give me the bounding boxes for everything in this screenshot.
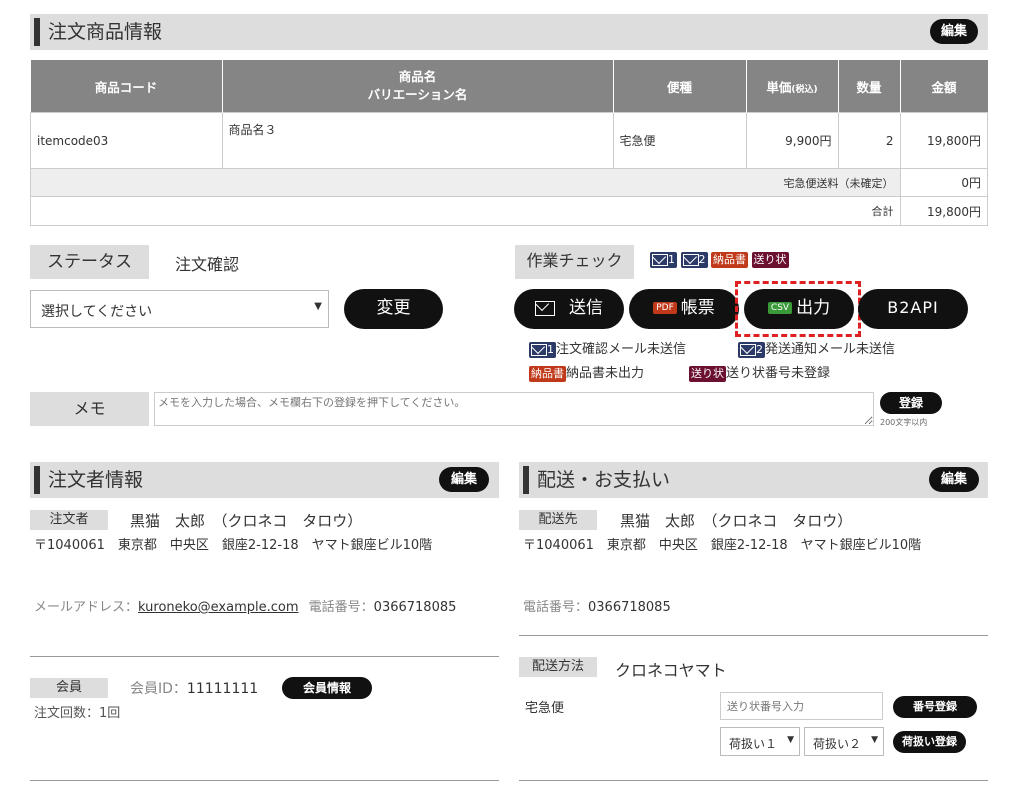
mail1-badge: 1 — [529, 342, 556, 358]
memo-limit: 200文字以内 — [880, 418, 928, 427]
handling2-select[interactable]: 荷扱い２ ▼ — [804, 727, 884, 756]
col-delivery: 便種 — [613, 60, 747, 113]
chevron-down-icon: ▼ — [871, 735, 878, 745]
section-edge — [34, 18, 40, 46]
csv-highlight-frame — [735, 281, 861, 337]
memo-register-button[interactable]: 登録 — [880, 392, 942, 414]
member-id: 会員ID：11111111 — [130, 681, 259, 697]
status-select[interactable]: 選択してください ▼ — [30, 290, 329, 328]
status-mail2: 2 発送通知メール未送信 — [738, 338, 895, 358]
status-label: ステータス — [30, 245, 149, 279]
customer-title: 注文者情報 — [48, 469, 144, 491]
invoice-badge: 納品書 — [529, 366, 566, 382]
b2api-button[interactable]: B2API — [858, 289, 968, 329]
invoice-badge: 納品書 — [711, 252, 748, 268]
row-amount: 19,800円 — [899, 112, 988, 169]
change-button[interactable]: 変更 — [344, 289, 443, 329]
order-items-table: 商品コード 商品名 バリエーション名 便種 単価(税込) 数量 金額 itemco… — [30, 60, 988, 226]
customer-edit-button[interactable]: 編集 — [439, 467, 489, 492]
pdf-icon: PDF — [653, 302, 677, 314]
status-mail1: 1 注文確認メール未送信 — [529, 338, 686, 358]
send-button[interactable]: 送信 — [514, 289, 624, 329]
status-slip: 送り状 送り状番号未登録 — [689, 366, 831, 382]
col-price: 単価(税込) — [746, 60, 839, 113]
destination-tag: 配送先 — [519, 510, 597, 530]
section-edge — [523, 466, 529, 494]
shipping-title: 配送・お支払い — [537, 469, 671, 491]
shipping-method: クロネコヤマト — [615, 661, 727, 680]
status-value: 注文確認 — [175, 255, 240, 274]
memo-label: メモ — [30, 392, 149, 426]
register-number-button[interactable]: 番号登録 — [893, 696, 977, 718]
destination-address: 〒1040061 東京都 中央区 銀座2-12-18 ヤマト銀座ビル10階 — [523, 538, 922, 553]
col-name: 商品名 バリエーション名 — [222, 60, 614, 113]
mail-icon — [531, 344, 547, 356]
memo-input[interactable] — [154, 392, 874, 426]
order-count: 注文回数：1回 — [34, 706, 121, 721]
slip-badge: 送り状 — [751, 252, 789, 268]
status-select-value: 選択してください — [41, 304, 153, 320]
order-items-edit-button[interactable]: 編集 — [930, 19, 978, 44]
mail1-badge: 1 — [650, 252, 677, 268]
orderer-name: 黒猫 太郎 （クロネコ タロウ） — [130, 512, 363, 530]
shipping-header: 配送・お支払い 編集 — [519, 462, 988, 498]
mail-icon — [682, 254, 699, 266]
divider — [30, 656, 499, 657]
row-price: 9,900円 — [745, 112, 839, 169]
handling1-select[interactable]: 荷扱い１ ▼ — [720, 727, 800, 756]
row-delivery: 宅急便 — [612, 112, 747, 169]
mail2-badge: 2 — [680, 252, 708, 268]
shipping-fee-label: 宅急便送料（未確定） — [30, 168, 901, 197]
section-edge — [34, 466, 40, 494]
col-qty: 数量 — [838, 60, 901, 113]
shipping-service: 宅急便 — [525, 701, 565, 716]
mail2-badge: 2 — [738, 342, 765, 358]
col-amount: 金額 — [900, 60, 988, 113]
divider — [519, 780, 988, 781]
order-items-title: 注文商品情報 — [48, 21, 163, 43]
total-label: 合計 — [30, 196, 901, 226]
shipping-fee-value: 0円 — [899, 168, 988, 197]
col-code: 商品コード — [30, 60, 223, 113]
orderer-address: 〒1040061 東京都 中央区 銀座2-12-18 ヤマト銀座ビル10階 — [34, 538, 433, 553]
register-handling-button[interactable]: 荷扱い登録 — [893, 731, 966, 753]
mail-icon — [740, 344, 756, 356]
row-code: itemcode03 — [30, 112, 223, 169]
ledger-button[interactable]: PDF 帳票 — [629, 289, 739, 329]
orderer-tag: 注文者 — [30, 510, 108, 530]
slip-badge: 送り状 — [689, 366, 726, 382]
chevron-down-icon: ▼ — [787, 735, 794, 745]
destination-phone: 電話番号：0366718085 — [523, 600, 671, 615]
divider — [30, 780, 499, 781]
table-row: itemcode03 商品名３ 宅急便 9,900円 2 19,800円 — [30, 112, 988, 169]
member-info-button[interactable]: 会員情報 — [282, 677, 372, 699]
orderer-contact: メールアドレス：kuroneko@example.com 電話番号：036671… — [34, 600, 457, 615]
work-check-label: 作業チェック — [515, 245, 634, 279]
total-value: 19,800円 — [899, 196, 988, 226]
shipping-method-tag: 配送方法 — [519, 657, 597, 677]
handling2-value: 荷扱い２ — [813, 737, 862, 751]
destination-name: 黒猫 太郎 （クロネコ タロウ） — [620, 512, 853, 530]
shipping-fee-row: 宅急便送料（未確定） 0円 — [30, 168, 988, 197]
status-invoice: 納品書 納品書未出力 — [529, 366, 645, 382]
mail-icon — [535, 300, 555, 316]
work-check-badges: 1 2 納品書 送り状 — [650, 252, 789, 268]
chevron-down-icon: ▼ — [314, 301, 322, 312]
shipping-edit-button[interactable]: 編集 — [929, 467, 979, 492]
customer-header: 注文者情報 編集 — [30, 462, 499, 498]
mail-icon — [652, 254, 668, 266]
orderer-email-link[interactable]: kuroneko@example.com — [138, 600, 299, 615]
tracking-number-input[interactable] — [720, 692, 883, 720]
handling1-value: 荷扱い１ — [729, 737, 778, 751]
row-name: 商品名３ — [221, 112, 614, 169]
row-qty: 2 — [837, 112, 901, 169]
divider — [519, 635, 988, 636]
order-items-header: 注文商品情報 編集 — [30, 14, 988, 50]
member-tag: 会員 — [30, 678, 108, 698]
total-row: 合計 19,800円 — [30, 196, 988, 226]
